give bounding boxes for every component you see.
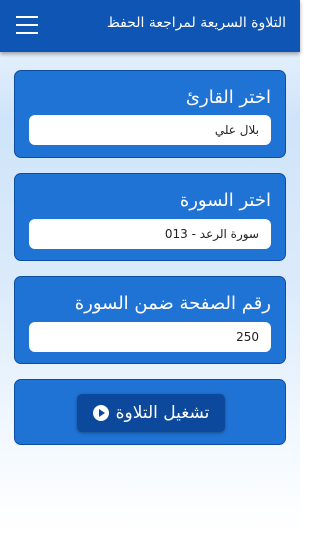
reciter-label: اختر القارئ bbox=[185, 87, 271, 108]
play-recitation-button[interactable]: تشغيل التلاوة bbox=[77, 394, 225, 432]
page-card: رقم الصفحة ضمن السورة 250 bbox=[14, 276, 286, 364]
play-card: تشغيل التلاوة bbox=[14, 379, 286, 445]
surah-label: اختر السورة bbox=[179, 190, 271, 211]
reciter-select[interactable]: بلال علي bbox=[29, 115, 271, 145]
hamburger-menu-icon[interactable] bbox=[16, 16, 40, 36]
app-bar: التلاوة السريعة لمراجعة الحفظ bbox=[0, 0, 300, 52]
page-label: رقم الصفحة ضمن السورة bbox=[74, 293, 271, 314]
play-recitation-label: تشغيل التلاوة bbox=[115, 403, 210, 423]
reciter-card: اختر القارئ بلال علي bbox=[14, 70, 286, 158]
play-circle-icon bbox=[92, 405, 109, 421]
surah-select[interactable]: 013 - سورة الرعد bbox=[29, 219, 271, 249]
page-number-input[interactable]: 250 bbox=[29, 322, 271, 352]
surah-card: اختر السورة 013 - سورة الرعد bbox=[14, 173, 286, 261]
app-title: التلاوة السريعة لمراجعة الحفظ bbox=[106, 15, 286, 31]
